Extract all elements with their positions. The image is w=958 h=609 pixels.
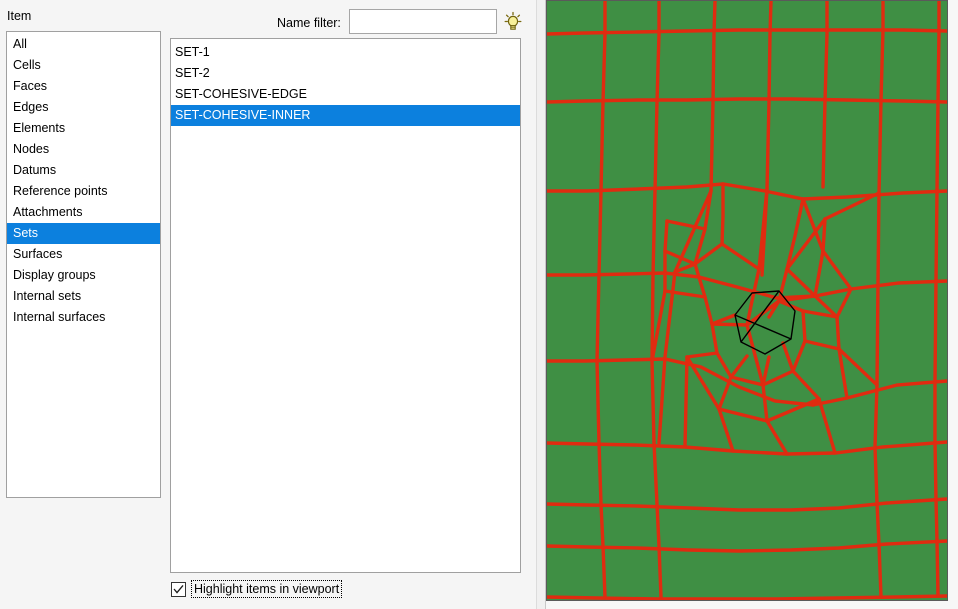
item-row[interactable]: Edges xyxy=(7,97,160,118)
highlight-items-checkbox[interactable] xyxy=(171,581,186,597)
item-row[interactable]: Internal surfaces xyxy=(7,307,160,328)
mesh-graphic xyxy=(547,1,947,600)
checkmark-icon xyxy=(173,584,184,594)
model-viewport[interactable] xyxy=(546,0,948,601)
sets-listbox[interactable]: SET-1 SET-2 SET-COHESIVE-EDGE SET-COHESIVE-… xyxy=(170,38,521,573)
item-row[interactable]: Sets xyxy=(7,223,160,244)
set-row[interactable]: SET-COHESIVE-INNER xyxy=(171,105,520,126)
highlight-items-label: Highlight items in viewport xyxy=(191,580,343,598)
item-row[interactable]: All xyxy=(7,34,160,55)
set-manager-window: Item All Cells Faces Edges Elements Nodes Datu… xyxy=(0,0,958,609)
item-row[interactable]: Display groups xyxy=(7,265,160,286)
selection-panel: Item All Cells Faces Edges Elements Nodes Datu… xyxy=(0,0,536,609)
item-row[interactable]: Cells xyxy=(7,55,160,76)
item-row[interactable]: Datums xyxy=(7,160,160,181)
set-row[interactable]: SET-2 xyxy=(171,63,520,84)
item-row[interactable]: Nodes xyxy=(7,139,160,160)
name-filter-label: Name filter: xyxy=(277,16,341,30)
item-row[interactable]: Faces xyxy=(7,76,160,97)
set-row[interactable]: SET-1 xyxy=(171,42,520,63)
highlight-items-checkbox-row[interactable]: Highlight items in viewport xyxy=(171,580,343,598)
item-row[interactable]: Elements xyxy=(7,118,160,139)
set-row[interactable]: SET-COHESIVE-EDGE xyxy=(171,84,520,105)
item-row[interactable]: Surfaces xyxy=(7,244,160,265)
panel-splitter[interactable] xyxy=(536,0,546,609)
lightbulb-icon[interactable] xyxy=(503,11,523,33)
item-row[interactable]: Internal sets xyxy=(7,286,160,307)
name-filter-input[interactable] xyxy=(349,9,497,34)
item-label: Item xyxy=(7,9,32,23)
item-row[interactable]: Attachments xyxy=(7,202,160,223)
item-row[interactable]: Reference points xyxy=(7,181,160,202)
item-type-listbox[interactable]: All Cells Faces Edges Elements Nodes Datums Ref… xyxy=(6,31,161,498)
